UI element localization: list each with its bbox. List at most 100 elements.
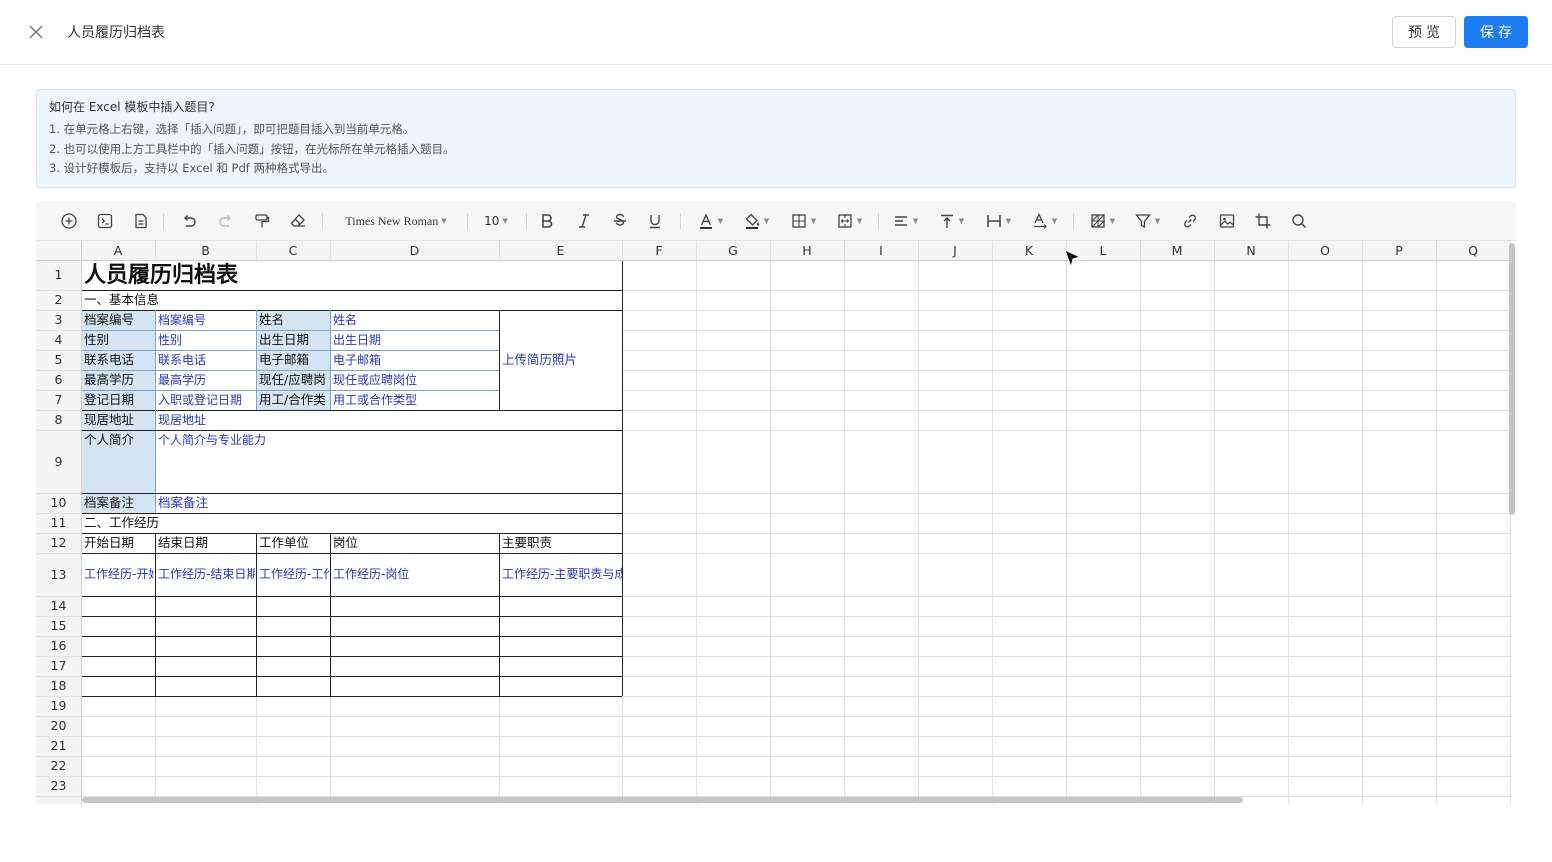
work-header-duties[interactable]: 主要职责 [502, 534, 620, 552]
italic-icon[interactable] [573, 209, 595, 233]
field-email[interactable]: 电子邮箱 [333, 351, 497, 369]
work-field-start[interactable]: 工作经历-开始日期 [84, 565, 154, 583]
work-header-start[interactable]: 开始日期 [84, 534, 154, 552]
field-reg-date[interactable]: 入职或登记日期 [158, 391, 254, 409]
section-basic-info[interactable]: 一、基本信息 [84, 291, 159, 309]
field-name[interactable]: 姓名 [333, 311, 497, 329]
label-reg-date[interactable]: 登记日期 [84, 391, 154, 409]
label-education[interactable]: 最高学历 [84, 371, 154, 389]
column-header[interactable]: F [622, 241, 696, 260]
field-remark[interactable]: 档案备注 [158, 494, 458, 512]
column-header[interactable]: G [696, 241, 770, 260]
row-header[interactable]: 2 [36, 290, 81, 310]
row-header[interactable]: 9 [36, 430, 81, 493]
work-header-end[interactable]: 结束日期 [158, 534, 254, 552]
field-education[interactable]: 最高学历 [158, 371, 254, 389]
field-archive-no[interactable]: 档案编号 [158, 311, 254, 329]
row-header[interactable]: 19 [36, 696, 81, 716]
redo-icon[interactable] [215, 209, 237, 233]
search-icon[interactable] [1288, 209, 1310, 233]
undo-icon[interactable] [178, 209, 200, 233]
column-header[interactable]: I [844, 241, 918, 260]
font-size-select[interactable]: 10 ▼ [478, 209, 514, 233]
column-header[interactable]: D [330, 241, 499, 260]
column-header[interactable]: C [256, 241, 330, 260]
spreadsheet-grid[interactable]: A B C D E F G H I J K L M N O P Q 1 2 3 … [36, 241, 1516, 804]
underline-icon[interactable] [644, 209, 666, 233]
field-gender[interactable]: 性别 [158, 331, 254, 349]
row-header[interactable]: 1 [36, 260, 81, 290]
label-archive-no[interactable]: 档案编号 [84, 311, 154, 329]
row-header[interactable]: 13 [36, 553, 81, 596]
work-header-role[interactable]: 岗位 [333, 534, 497, 552]
field-intro[interactable]: 个人简介与专业能力 [158, 431, 458, 449]
row-header[interactable]: 5 [36, 350, 81, 370]
insert-question-icon[interactable] [58, 209, 80, 233]
column-header[interactable]: E [499, 241, 622, 260]
work-field-end[interactable]: 工作经历-结束日期 [158, 565, 255, 583]
column-header[interactable]: O [1288, 241, 1362, 260]
row-header[interactable]: 3 [36, 310, 81, 330]
label-gender[interactable]: 性别 [84, 331, 154, 349]
label-intro[interactable]: 个人简介 [84, 431, 154, 449]
label-name[interactable]: 姓名 [259, 311, 329, 329]
row-header[interactable]: 23 [36, 776, 81, 796]
sheet-title[interactable]: 人员履历归档表 [84, 262, 238, 290]
text-color-icon[interactable]: ▼ [694, 209, 726, 233]
crop-icon[interactable] [1252, 209, 1274, 233]
font-family-select[interactable]: Times New Roman ▼ [336, 209, 456, 233]
clear-format-icon[interactable] [287, 209, 309, 233]
vertical-scrollbar[interactable] [1509, 243, 1515, 515]
label-address[interactable]: 现居地址 [84, 411, 154, 429]
work-field-duties[interactable]: 工作经历-主要职责与成果 [502, 565, 622, 583]
work-field-company[interactable]: 工作经历-工作单位 [259, 565, 329, 583]
section-work-history[interactable]: 二、工作经历 [84, 514, 159, 532]
column-header[interactable]: N [1214, 241, 1288, 260]
work-field-role[interactable]: 工作经历-岗位 [333, 565, 497, 583]
row-header[interactable]: 21 [36, 736, 81, 756]
field-photo[interactable]: 上传简历照片 [502, 351, 620, 369]
text-wrap-icon[interactable]: ▼ [981, 209, 1015, 233]
label-remark[interactable]: 档案备注 [84, 494, 154, 512]
column-header[interactable]: K [992, 241, 1066, 260]
row-header[interactable]: 14 [36, 596, 81, 616]
row-header[interactable]: 17 [36, 656, 81, 676]
save-button[interactable]: 保存 [1464, 16, 1528, 48]
format-painter-icon[interactable] [251, 209, 273, 233]
label-position[interactable]: 现任/应聘岗 [259, 371, 329, 389]
border-icon[interactable]: ▼ [786, 209, 820, 233]
column-header[interactable]: P [1362, 241, 1436, 260]
fill-color-icon[interactable]: ▼ [739, 209, 773, 233]
row-header[interactable]: 7 [36, 390, 81, 410]
text-rotate-icon[interactable]: ▼ [1027, 209, 1061, 233]
row-header[interactable]: 15 [36, 616, 81, 636]
column-header[interactable]: A [81, 241, 155, 260]
row-header[interactable]: 11 [36, 513, 81, 533]
row-header[interactable]: 16 [36, 636, 81, 656]
row-header[interactable]: 4 [36, 330, 81, 350]
formula-icon[interactable] [94, 209, 116, 233]
row-header[interactable]: 22 [36, 756, 81, 776]
label-phone[interactable]: 联系电话 [84, 351, 154, 369]
field-phone[interactable]: 联系电话 [158, 351, 254, 369]
row-header[interactable]: 10 [36, 493, 81, 513]
strikethrough-icon[interactable] [609, 209, 631, 233]
field-position[interactable]: 现任或应聘岗位 [333, 371, 497, 389]
preview-button[interactable]: 预览 [1392, 16, 1456, 48]
label-work-type[interactable]: 用工/合作类 [259, 391, 329, 409]
image-icon[interactable] [1216, 209, 1238, 233]
horizontal-scrollbar[interactable] [82, 797, 1243, 803]
column-header[interactable]: J [918, 241, 992, 260]
conditional-format-icon[interactable]: ▼ [1085, 209, 1119, 233]
filter-icon[interactable]: ▼ [1130, 209, 1164, 233]
row-header[interactable]: 6 [36, 370, 81, 390]
column-header[interactable]: M [1140, 241, 1214, 260]
label-birth-date[interactable]: 出生日期 [259, 331, 329, 349]
merge-cells-icon[interactable]: ▼ [832, 209, 866, 233]
page-icon[interactable] [130, 209, 152, 233]
field-birth-date[interactable]: 出生日期 [333, 331, 497, 349]
link-icon[interactable] [1179, 209, 1201, 233]
field-address[interactable]: 现居地址 [158, 411, 458, 429]
label-email[interactable]: 电子邮箱 [259, 351, 329, 369]
work-header-company[interactable]: 工作单位 [259, 534, 329, 552]
